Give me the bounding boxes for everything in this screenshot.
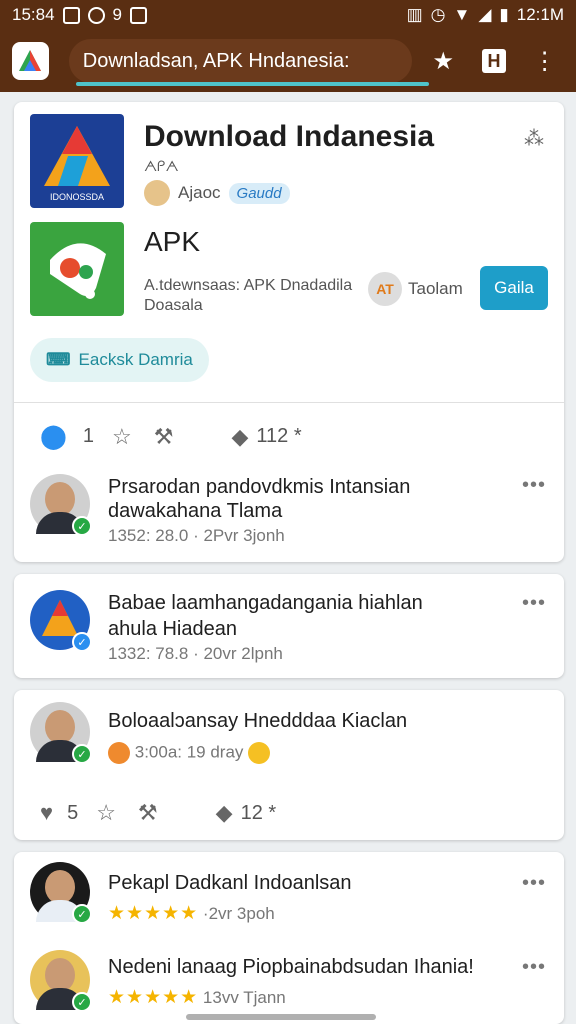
app-icon[interactable]: IDONOSSDA [30, 114, 124, 208]
post-meta-row: 3:00a: 19 dray [108, 742, 271, 764]
post-title[interactable]: Boloaalɔansay Hnedddaa Kiaclan [108, 710, 407, 733]
signal-icon: ◢ [478, 5, 492, 24]
post-meta: ·2vr 3poh [202, 904, 275, 923]
post-meta: 1332: 78.8 · 20vr 2lpnh [108, 644, 283, 663]
avatar[interactable]: ✓ [30, 862, 92, 924]
app-card: IDONOSSDA Download Indanesia ᗅᑭᗅ Ajaoc G… [14, 102, 564, 562]
notification-icon: 9 [112, 5, 123, 24]
more-vert-icon[interactable]: ⋮ [525, 41, 564, 81]
location-count: 1 [82, 425, 94, 447]
post-title[interactable]: Prsarodan pandovdkmis Intansian [108, 476, 410, 499]
post-meta: 13vv Tjann [202, 988, 286, 1007]
apk-title: APK [144, 226, 201, 257]
post-card: ✓ Babae laamhangadangania hiahlan ahula … [14, 574, 564, 678]
status-time-right: 12:1M [516, 5, 564, 24]
star-icon[interactable]: ★ [424, 41, 463, 81]
post-actions: ♥ 5 ☆ ⚒ ◆ 12 * [40, 800, 276, 826]
category-chip[interactable]: ⌨ Eacksk Damria [30, 338, 209, 382]
location-icon[interactable]: ⬤ [40, 422, 67, 451]
avatar[interactable]: ✓ [30, 474, 92, 536]
status-time-left: 15:84 [12, 5, 55, 24]
tag-label: Taolam [408, 279, 463, 298]
avatar[interactable]: ✓ [30, 590, 92, 652]
post-title[interactable]: Pekapl Dadkanl Indoanlsan [108, 872, 352, 895]
app-author-row: Ajaoc Gaudd [144, 180, 290, 206]
notification-icon [87, 6, 105, 24]
wifi-icon: ▼ [453, 5, 471, 24]
post-title-line2: dawakahana Tlama [108, 500, 283, 522]
triangle-logo-icon[interactable] [12, 42, 49, 80]
home-indicator[interactable] [186, 1014, 376, 1020]
page-load-progress [76, 82, 429, 86]
post-meta: 1352: 28.0 · 2Pvr 3jonh [108, 526, 285, 545]
app-icon-caption: IDONOSSDA [50, 192, 104, 202]
author-avatar [144, 180, 170, 206]
heart-icon[interactable]: ♥ [40, 800, 53, 826]
status-bar: 15:84 9 ▥ ◷ ▼ ◢ ▮ 12:1M [0, 0, 576, 30]
rating-stars: ★★★★★ [108, 987, 199, 1008]
more-options-icon[interactable]: ••• [522, 956, 546, 979]
app-subtitle: ᗅᑭᗅ [144, 158, 179, 174]
post-meta-row: ★★★★★ ·2vr 3poh [108, 902, 275, 925]
more-options-icon[interactable]: ••• [522, 592, 546, 615]
tag-icon: AT [368, 272, 402, 306]
post-title-line2: ahula Hiadean [108, 618, 237, 640]
vibrate-icon: ▥ [406, 5, 423, 24]
share-outline-icon[interactable]: ☆ [96, 800, 116, 826]
chip-label: Eacksk Damria [78, 350, 193, 369]
hammer-icon[interactable]: ⚒ [154, 424, 174, 450]
app-actions: ⬤ 1 ☆ ⚒ ◆ 112 * [40, 422, 302, 451]
verified-icon: ✓ [72, 904, 92, 924]
comment-icon[interactable]: ◆ [231, 424, 248, 450]
h-label: H [481, 49, 506, 73]
share-icon[interactable]: ⁂ [524, 126, 544, 151]
more-options-icon[interactable]: ••• [522, 872, 546, 895]
mail-icon [130, 6, 148, 24]
emoji-icon [108, 742, 130, 764]
app-title: Download Indanesia [144, 120, 435, 153]
verified-icon: ✓ [72, 992, 92, 1012]
apk-icon[interactable] [30, 222, 124, 316]
post-card: ✓ Boloaalɔansay Hnedddaa Kiaclan 3:00a: … [14, 690, 564, 840]
author-badge: Gaudd [228, 182, 290, 204]
author-name[interactable]: Ajaoc [178, 183, 221, 203]
apk-tag[interactable]: AT Taolam [368, 272, 463, 306]
url-bar[interactable]: Downladsan, APK Hndanesia: [68, 39, 412, 83]
post-meta-row: ★★★★★ 13vv Tjann [108, 986, 286, 1009]
notification-icon [62, 6, 80, 24]
apk-description: A.tdewnsaas: APK Dnadadila Doasala [144, 277, 353, 314]
rating-stars: ★★★★★ [108, 903, 199, 924]
verified-icon: ✓ [72, 516, 92, 536]
comment-icon[interactable]: ◆ [216, 800, 233, 826]
chip-icon: ⌨ [46, 350, 71, 369]
divider [14, 402, 564, 403]
battery-icon: ▮ [499, 5, 509, 24]
share-outline-icon[interactable]: ☆ [112, 424, 132, 450]
tab-switcher-button[interactable]: H [475, 41, 514, 81]
more-options-icon[interactable]: ••• [522, 474, 546, 497]
post-meta: 3:00a: 19 dray [134, 742, 244, 762]
hammer-icon[interactable]: ⚒ [138, 800, 158, 826]
likes-count: 5 [67, 801, 79, 824]
comments-count: 12 * [240, 801, 277, 824]
verified-icon: ✓ [72, 744, 92, 764]
avatar[interactable]: ✓ [30, 702, 92, 764]
post-title[interactable]: Babae laamhangadangania hiahlan [108, 592, 423, 615]
post-card: ✓ Pekapl Dadkanl Indoanlsan ★★★★★ ·2vr 3… [14, 852, 564, 1024]
verified-icon: ✓ [72, 632, 92, 652]
comments-count: 112 * [256, 425, 302, 447]
avatar[interactable]: ✓ [30, 950, 92, 1012]
post-title[interactable]: Nedeni lanaag Piopbainabdsudan Ihania! [108, 956, 474, 979]
alarm-icon: ◷ [430, 5, 446, 24]
open-button[interactable]: Gaila [480, 266, 548, 310]
emoji-icon [248, 742, 271, 764]
url-text: Downladsan, APK Hndanesia: [82, 49, 350, 72]
